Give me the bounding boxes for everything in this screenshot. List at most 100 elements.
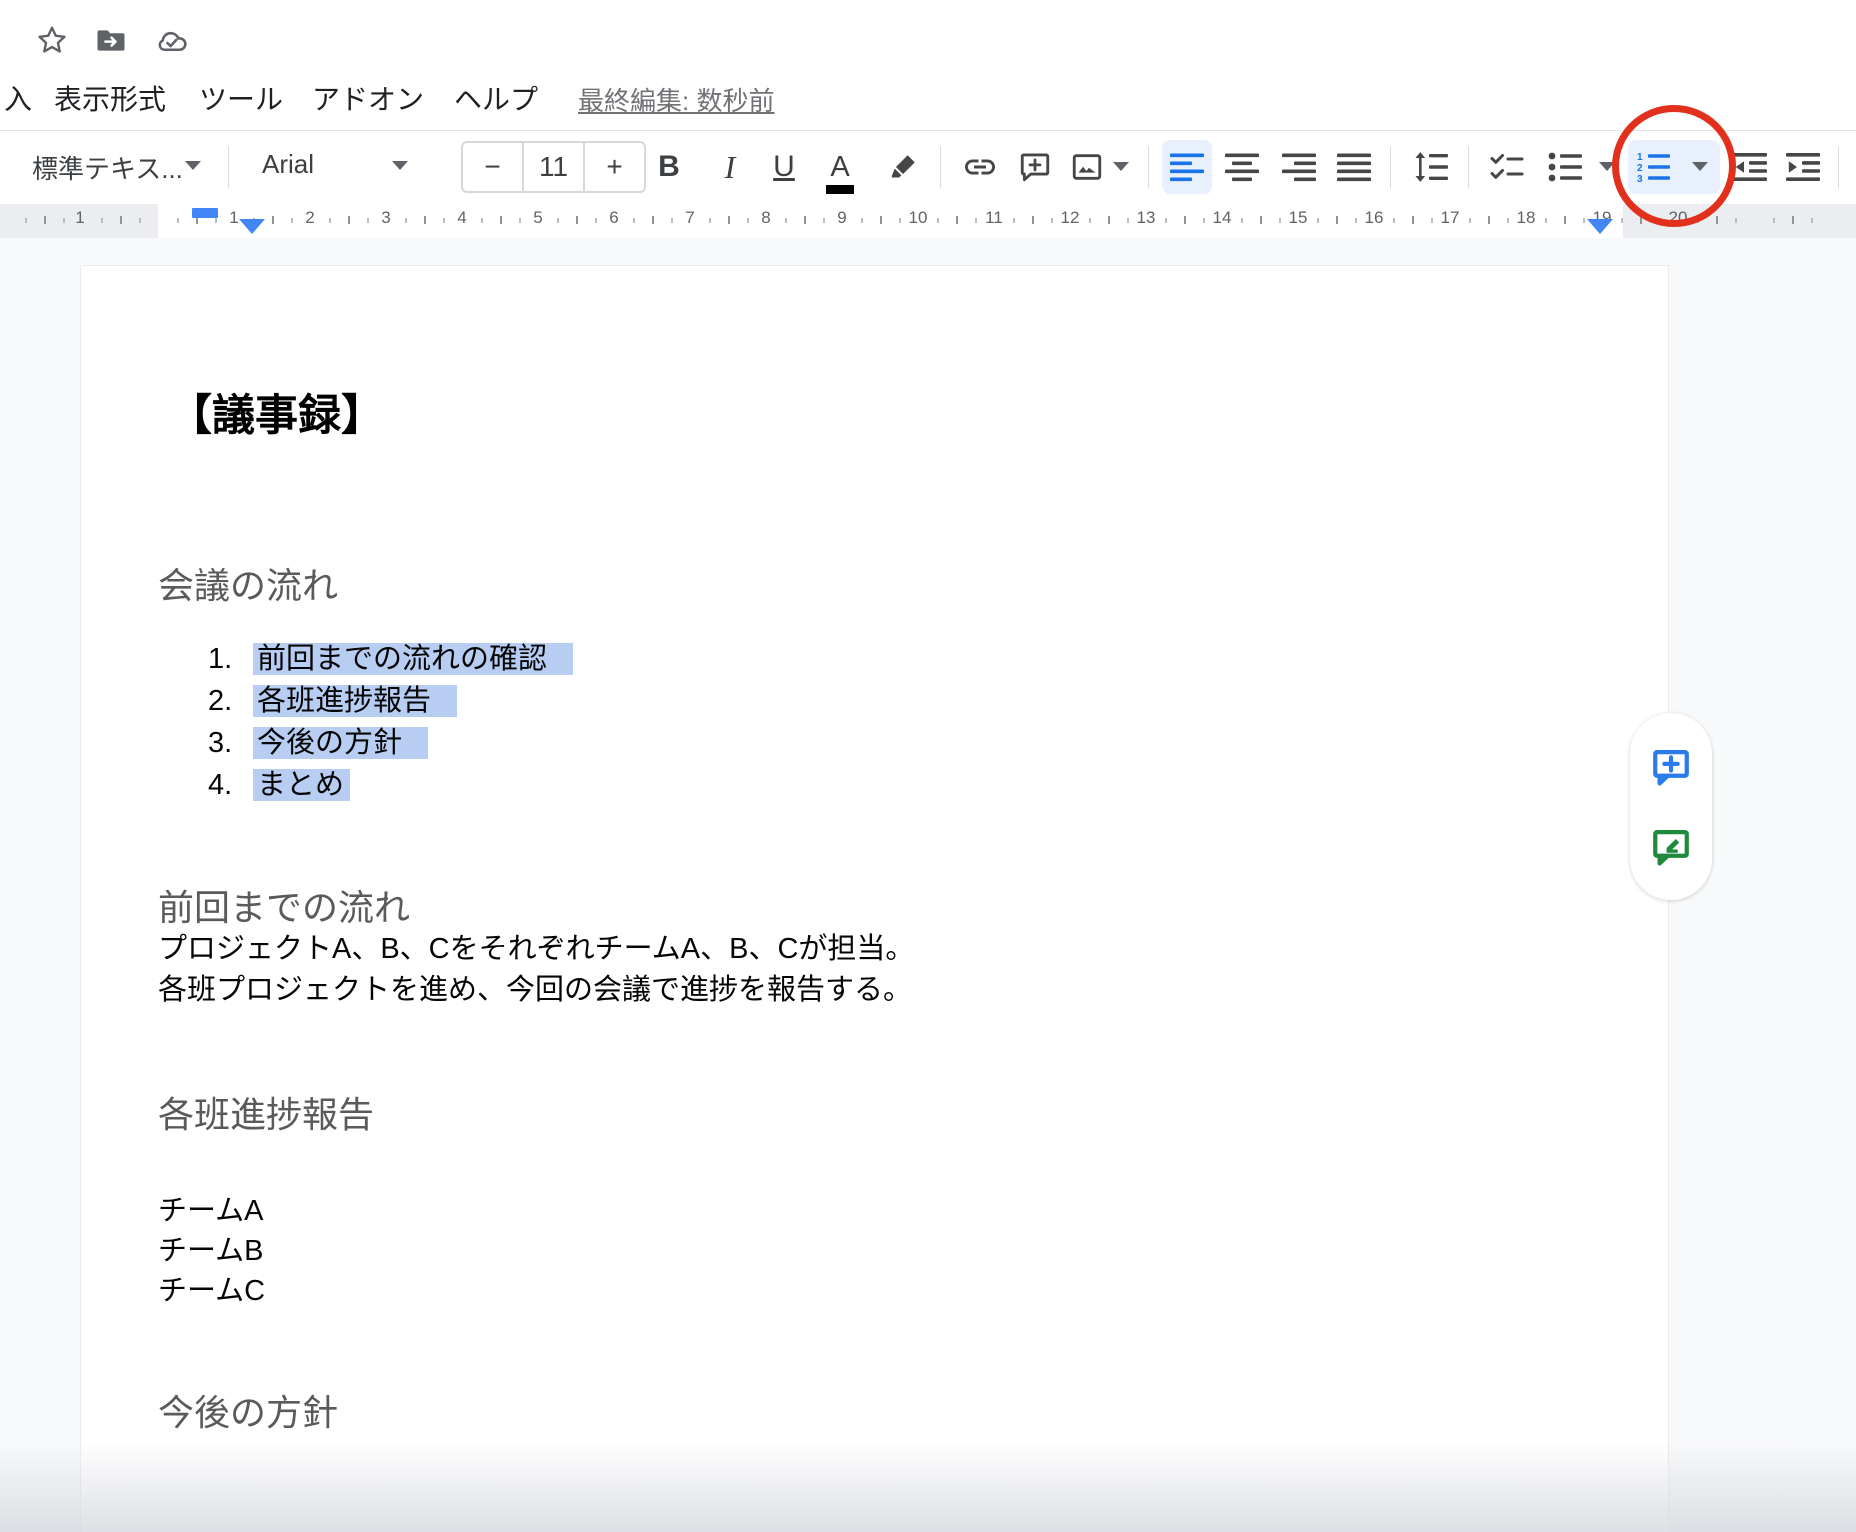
- ruler-tick: [1735, 218, 1737, 223]
- menu-format[interactable]: 表示形式: [54, 83, 166, 117]
- ruler-number: 5: [533, 208, 542, 228]
- add-comment-button[interactable]: [1010, 140, 1060, 194]
- right-indent-marker[interactable]: [1587, 219, 1613, 234]
- font-family-dropdown[interactable]: Arial: [262, 149, 314, 180]
- align-right-button[interactable]: [1274, 140, 1324, 194]
- last-edited-link[interactable]: 最終編集: 数秒前: [578, 85, 774, 117]
- bullet-list-button[interactable]: [1540, 140, 1590, 194]
- suggest-edits-floating-button[interactable]: [1649, 825, 1693, 869]
- ruler-tick: [861, 218, 863, 223]
- agenda-item-3[interactable]: 3.今後の方針: [208, 722, 428, 764]
- increase-indent-button[interactable]: [1778, 140, 1828, 194]
- bullet-list-dropdown-arrow[interactable]: [1599, 162, 1615, 171]
- bullet-list-icon: [1548, 152, 1582, 182]
- font-size-increase-button[interactable]: +: [583, 143, 644, 191]
- ruler-number: 18: [1517, 208, 1536, 228]
- align-left-icon: [1170, 152, 1204, 182]
- ruler-tick: [500, 216, 502, 224]
- floating-action-pill: [1630, 713, 1712, 900]
- font-family-dropdown-arrow[interactable]: [392, 161, 408, 170]
- ruler-tick: [481, 218, 483, 223]
- doc-title[interactable]: 【議事録】: [169, 388, 384, 444]
- ruler-tick: [1127, 218, 1129, 223]
- heading-policy[interactable]: 今後の方針: [158, 1389, 338, 1437]
- menu-help[interactable]: ヘルプ: [454, 83, 538, 117]
- align-justify-button[interactable]: [1329, 140, 1379, 194]
- menu-insert-partial[interactable]: 入: [4, 83, 32, 117]
- ruler-tick: [1279, 218, 1281, 223]
- body-line[interactable]: 各班プロジェクトを進め、今回の会議で進捗を報告する。: [158, 970, 914, 1011]
- align-left-button[interactable]: [1162, 140, 1212, 194]
- body-previous[interactable]: プロジェクトA、B、CをそれぞれチームA、B、Cが担当。 各班プロジェクトを進め…: [158, 929, 914, 1011]
- star-icon[interactable]: [35, 24, 69, 56]
- numbered-list-button[interactable]: 1 2 3: [1628, 140, 1678, 194]
- underline-button[interactable]: U: [759, 140, 809, 194]
- numbered-list-dropdown-arrow[interactable]: [1692, 162, 1708, 171]
- agenda-item-2[interactable]: 2.各班進捗報告: [208, 680, 457, 722]
- ruler-number: 10: [909, 208, 928, 228]
- ruler[interactable]: 11234567891011121314151617181920: [0, 204, 1856, 238]
- ruler-number: 2: [305, 208, 314, 228]
- heading-progress[interactable]: 各班進捗報告: [158, 1091, 374, 1139]
- ruler-tick: [367, 218, 369, 223]
- ruler-tick: [1621, 218, 1623, 223]
- ruler-number: 6: [609, 208, 618, 228]
- heading-previous[interactable]: 前回までの流れ: [158, 884, 410, 932]
- align-center-button[interactable]: [1217, 140, 1267, 194]
- ruler-tick: [823, 218, 825, 223]
- ruler-tick: [1165, 218, 1167, 223]
- document-page[interactable]: 【議事録】 会議の流れ 1.前回までの流れの確認 2.各班進捗報告 3.今後の方…: [80, 265, 1669, 1532]
- ruler-tick: [25, 218, 27, 223]
- body-line[interactable]: プロジェクトA、B、CをそれぞれチームA、B、Cが担当。: [158, 929, 914, 970]
- menu-addons[interactable]: アドオン: [312, 83, 424, 117]
- cloud-check-icon[interactable]: [155, 24, 189, 56]
- checklist-button[interactable]: [1482, 140, 1532, 194]
- menu-tools[interactable]: ツール: [199, 83, 283, 117]
- ruler-tick: [443, 218, 445, 223]
- paragraph-style-dropdown-arrow[interactable]: [185, 161, 201, 170]
- insert-link-button[interactable]: [955, 140, 1005, 194]
- font-size-decrease-button[interactable]: −: [463, 143, 522, 191]
- ruler-tick: [1507, 218, 1509, 223]
- left-indent-marker[interactable]: [239, 219, 265, 234]
- first-line-indent-marker[interactable]: [192, 208, 218, 218]
- bold-button[interactable]: B: [644, 140, 694, 194]
- ruler-tick: [747, 218, 749, 223]
- agenda-item-1[interactable]: 1.前回までの流れの確認: [208, 638, 573, 680]
- heading-agenda[interactable]: 会議の流れ: [158, 562, 338, 610]
- ruler-tick: [1792, 216, 1794, 224]
- selected-text: 前回までの流れの確認: [253, 643, 573, 675]
- decrease-indent-button[interactable]: [1725, 140, 1775, 194]
- agenda-item-4[interactable]: 4.まとめ: [208, 764, 350, 806]
- line-spacing-button[interactable]: [1406, 140, 1456, 194]
- insert-image-button[interactable]: [1062, 140, 1112, 194]
- text-color-button[interactable]: A: [815, 140, 865, 194]
- insert-image-dropdown-arrow[interactable]: [1113, 162, 1129, 171]
- ruler-tick: [519, 218, 521, 223]
- move-to-folder-icon[interactable]: [94, 24, 128, 56]
- team-line[interactable]: チームB: [158, 1231, 265, 1271]
- menubar: 入 表示形式 ツール アドオン ヘルプ 最終編集: 数秒前: [0, 83, 1856, 131]
- italic-button[interactable]: I: [705, 140, 755, 194]
- list-number: 4.: [208, 764, 253, 806]
- team-list[interactable]: チームA チームB チームC: [158, 1191, 265, 1311]
- ruler-tick: [899, 218, 901, 223]
- add-comment-icon: [1018, 150, 1052, 184]
- ruler-tick: [1716, 216, 1718, 224]
- ruler-tick: [1108, 216, 1110, 224]
- checklist-icon: [1490, 152, 1524, 182]
- ruler-tick: [1393, 218, 1395, 223]
- ruler-tick: [880, 216, 882, 224]
- highlight-color-button[interactable]: [878, 140, 928, 194]
- image-icon: [1070, 150, 1104, 184]
- add-comment-floating-button[interactable]: [1649, 745, 1693, 789]
- ruler-tick: [1032, 216, 1034, 224]
- team-line[interactable]: チームC: [158, 1271, 265, 1311]
- paragraph-style-dropdown[interactable]: 標準テキス...: [32, 149, 183, 186]
- font-size-value[interactable]: 11: [522, 143, 583, 191]
- team-line[interactable]: チームA: [158, 1191, 265, 1231]
- numbered-list-icon: 1 2 3: [1636, 152, 1670, 182]
- ruler-tick: [1640, 216, 1642, 224]
- ruler-tick: [728, 216, 730, 224]
- ruler-tick: [633, 218, 635, 223]
